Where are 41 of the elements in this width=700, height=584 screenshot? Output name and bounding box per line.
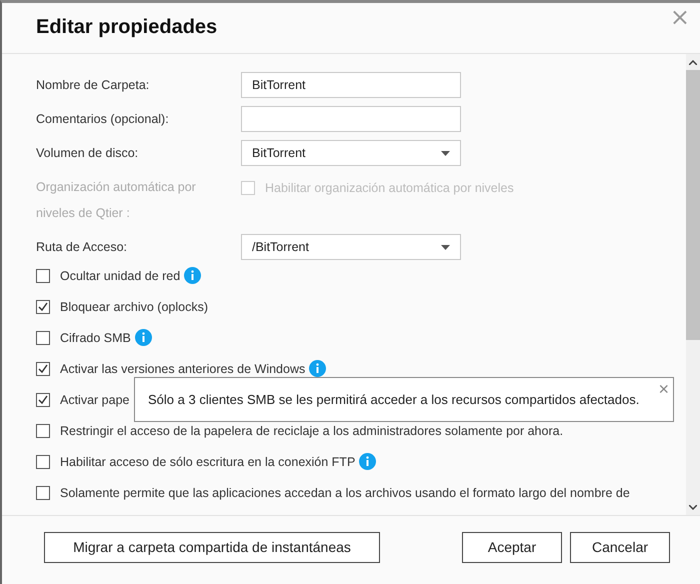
action-button[interactable]: Aceptar xyxy=(462,532,562,562)
close-button[interactable]: × xyxy=(658,380,669,398)
checkbox[interactable] xyxy=(36,392,50,406)
info-icon[interactable] xyxy=(309,360,326,377)
action-button[interactable]: Cancelar xyxy=(570,532,670,562)
scroll-down-icon[interactable] xyxy=(689,504,697,510)
caret-icon xyxy=(441,244,450,250)
checkbox-label: Bloquear archivo (oplocks) xyxy=(60,300,208,314)
tooltip-text: Sólo a 3 clientes SMB se les permitirá acceder a los recursos compartidos afectados. xyxy=(148,392,640,407)
checkbox-label: Ocultar unidad de red xyxy=(60,268,180,282)
info-icon[interactable] xyxy=(134,329,152,346)
caret-icon xyxy=(441,150,450,156)
checkbox-label: Cifrado SMB xyxy=(60,330,131,344)
scroll-up-icon[interactable] xyxy=(689,60,697,64)
checkbox[interactable] xyxy=(36,268,50,282)
action-button[interactable]: Migrar a carpeta compartida de instantáneas xyxy=(44,532,380,562)
dialog-title: Editar propiedades xyxy=(36,16,218,39)
checkbox[interactable] xyxy=(36,362,50,376)
input-field[interactable] xyxy=(241,106,461,132)
input-field[interactable]: BitTorrent xyxy=(241,72,461,98)
field-label: Comentarios (opcional): xyxy=(36,111,170,128)
field-label: Nombre de Carpeta: xyxy=(36,77,150,94)
checkbox[interactable] xyxy=(36,486,50,500)
info-icon[interactable] xyxy=(184,267,202,284)
checkbox-label: Activar las versiones anteriores de Windows xyxy=(60,362,306,376)
checkbox[interactable] xyxy=(36,454,50,468)
dropdown[interactable]: BitTorrent xyxy=(241,140,461,166)
checkbox-label: Restringir el acceso de la papelera de reciclaje a los administradores solamente por ahora. xyxy=(60,424,564,438)
field-label: Volumen de disco: xyxy=(36,145,140,162)
field-label: Organización automática por niveles de Qtier : xyxy=(36,179,197,222)
checkbox[interactable] xyxy=(36,330,50,344)
info-icon[interactable] xyxy=(359,453,376,470)
scrollbar[interactable] xyxy=(686,54,700,515)
checkbox-label: Habilitar acceso de sólo escritura en la conexión FTP xyxy=(60,454,356,468)
checkbox-label: Habilitar organización automática por niveles xyxy=(265,181,514,195)
checkbox[interactable] xyxy=(36,300,50,314)
checkbox-label: Activar pape xyxy=(60,392,130,406)
field-label: Ruta de Acceso: xyxy=(36,239,128,256)
dropdown[interactable]: /BitTorrent xyxy=(241,234,461,260)
checkbox[interactable] xyxy=(36,424,50,438)
checkbox-label: Solamente permite que las aplicaciones accedan a los archivos usando el formato largo del nombre de xyxy=(60,486,630,500)
